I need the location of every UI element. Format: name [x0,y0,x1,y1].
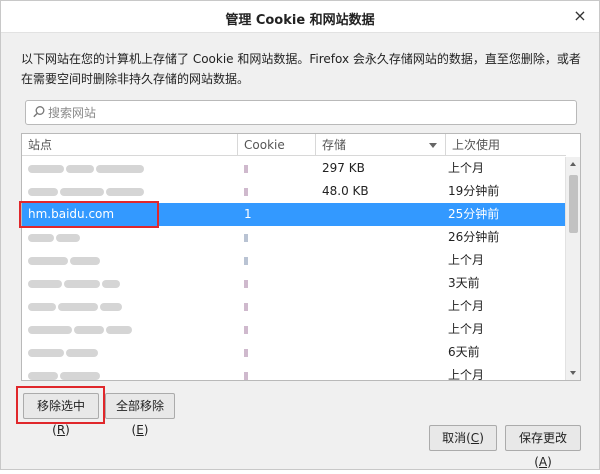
remove-all-button[interactable]: 全部移除(E) [105,393,175,437]
blurred-site [28,272,228,295]
blurred-cookie [238,272,316,295]
storage-cell [322,295,442,318]
cancel-button[interactable]: 取消(C) [429,425,497,451]
storage-cell [322,203,442,226]
storage-cell [322,249,442,272]
storage-cell [322,364,442,380]
cookie-cell: 1 [244,207,252,221]
blurred-site [28,295,228,318]
table-row[interactable]: 6天前 [22,341,566,364]
blurred-site [28,226,228,249]
description-text: 以下网站在您的计算机上存储了 Cookie 和网站数据。Firefox 会永久存… [21,52,581,86]
title-bar: 管理 Cookie 和网站数据 × [1,1,599,33]
blurred-cookie [238,318,316,341]
last-used-cell: 3天前 [448,276,480,290]
search-icon [33,106,45,118]
table-row[interactable]: 上个月 [22,364,566,381]
blurred-cookie [238,226,316,249]
column-header-storage[interactable]: 存储 [316,134,446,156]
search-input[interactable] [48,103,568,122]
column-header-storage-label: 存储 [322,138,347,152]
last-used-cell: 上个月 [448,368,485,381]
last-used-cell: 6天前 [448,345,480,359]
storage-cell: 297 KB [322,161,365,175]
storage-cell [322,341,442,364]
blurred-cookie [238,157,316,180]
storage-cell [322,272,442,295]
blurred-site [28,157,228,180]
blurred-cookie [238,180,316,203]
column-header-site[interactable]: 站点 [22,134,238,156]
dialog-title: 管理 Cookie 和网站数据 [225,13,375,28]
cookie-manager-dialog: 管理 Cookie 和网站数据 × 以下网站在您的计算机上存储了 Cookie … [0,0,600,470]
blurred-site [28,318,228,341]
close-icon[interactable]: × [571,7,589,25]
last-used-cell: 上个月 [448,161,485,175]
blurred-cookie [238,295,316,318]
table-header: 站点 Cookie 存储 上次使用 [22,134,566,156]
table-row[interactable]: 上个月 [22,295,566,318]
last-used-cell: 上个月 [448,299,485,313]
blurred-cookie [238,364,316,380]
blurred-cookie [238,249,316,272]
scroll-up-icon[interactable] [566,157,580,172]
table-row[interactable]: 48.0 KB 19分钟前 [22,180,566,203]
table-row[interactable]: 上个月 [22,249,566,272]
last-used-cell: 26分钟前 [448,230,500,244]
site-cell: hm.baidu.com [28,207,115,221]
table-row[interactable]: 297 KB 上个月 [22,157,566,180]
save-changes-button[interactable]: 保存更改(A) [505,425,581,469]
column-header-last-used[interactable]: 上次使用 [446,134,566,156]
last-used-cell: 上个月 [448,322,485,336]
storage-cell: 48.0 KB [322,184,369,198]
last-used-cell: 上个月 [448,253,485,267]
blurred-site [28,341,228,364]
sort-descending-icon [429,143,437,148]
blurred-site [28,364,228,380]
blurred-site [28,180,228,203]
column-header-cookie[interactable]: Cookie [238,134,316,156]
site-data-table: 站点 Cookie 存储 上次使用 297 KB 上个月 48.0 KB 19分… [21,133,581,381]
table-row[interactable]: 3天前 [22,272,566,295]
last-used-cell: 25分钟前 [448,207,500,221]
storage-cell [322,226,442,249]
table-row-selected[interactable]: hm.baidu.com 1 25分钟前 [22,203,566,226]
scroll-down-icon[interactable] [566,365,580,380]
remove-selected-button[interactable]: 移除选中(R) [23,393,99,437]
table-row[interactable]: 26分钟前 [22,226,566,249]
storage-cell [322,318,442,341]
scroll-thumb[interactable] [569,175,578,233]
table-row[interactable]: 上个月 [22,318,566,341]
vertical-scrollbar[interactable] [565,157,580,380]
search-box[interactable] [25,100,577,125]
blurred-site [28,249,228,272]
blurred-cookie [238,341,316,364]
last-used-cell: 19分钟前 [448,184,500,198]
